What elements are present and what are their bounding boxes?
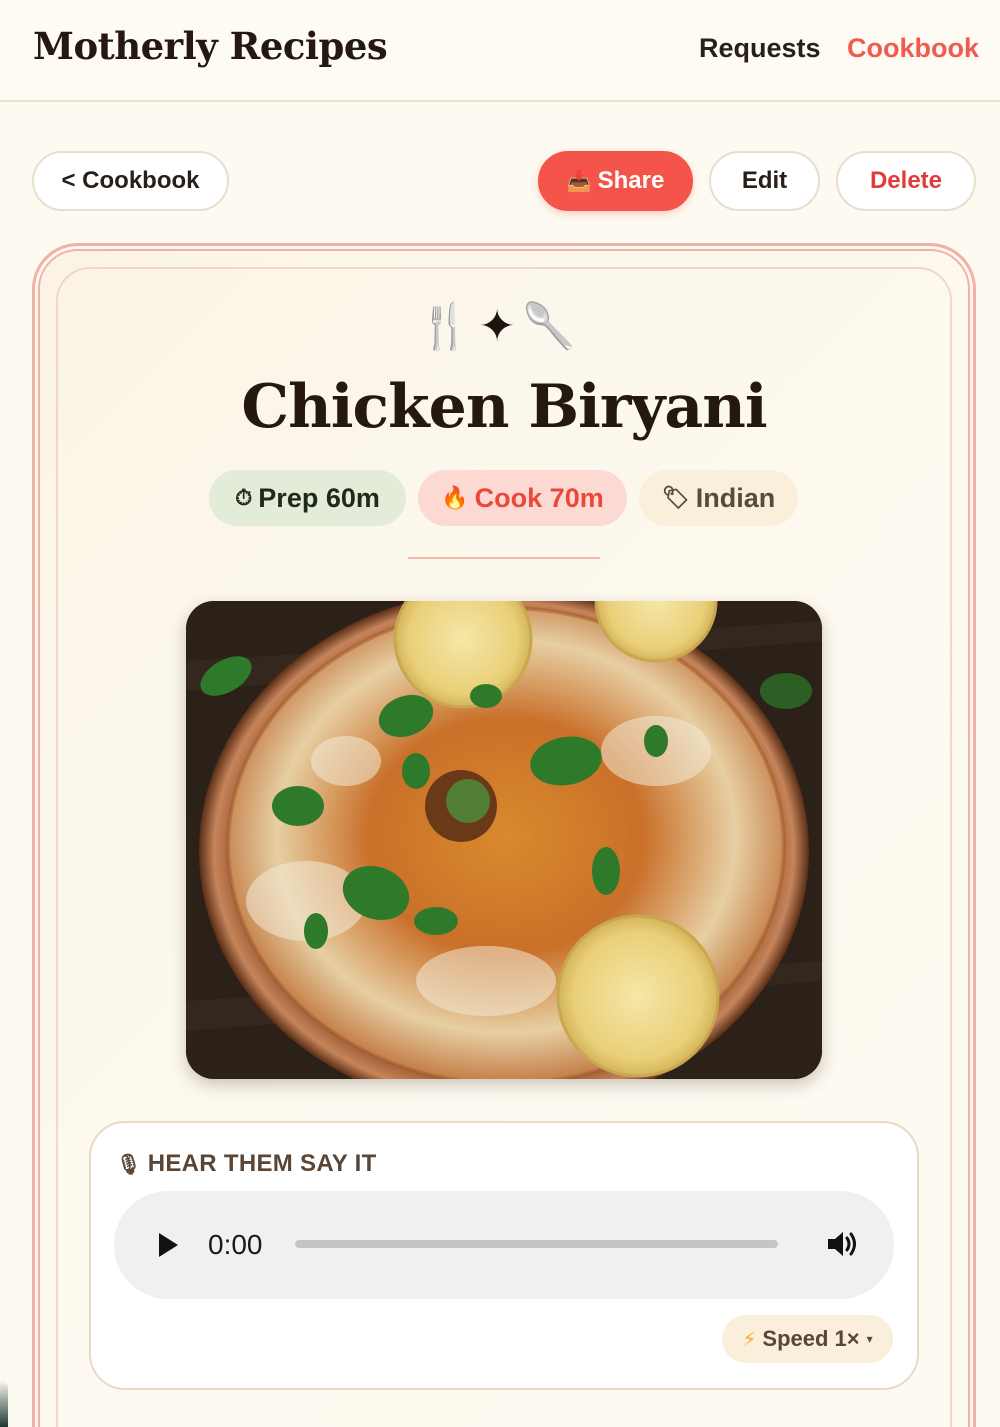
share-button[interactable]: 📥 Share	[538, 151, 693, 211]
audio-section-title: 🎙 HEAR THEM SAY IT	[116, 1150, 377, 1178]
top-bar: Motherly Recipes Requests Cookbook	[0, 0, 1000, 102]
cook-time-label: Cook 70m	[474, 482, 604, 513]
audio-progress-track[interactable]	[295, 1240, 778, 1248]
nav-requests-link[interactable]: Requests	[699, 33, 821, 64]
chevron-down-icon: ▾	[866, 1332, 873, 1346]
volume-icon[interactable]	[824, 1226, 860, 1262]
share-button-label: Share	[597, 167, 665, 194]
recipe-photo	[186, 601, 822, 1079]
delete-button[interactable]: Delete	[836, 151, 976, 211]
tag-icon: 🏷	[661, 485, 690, 510]
lightning-icon: ⚡	[742, 1328, 757, 1351]
sparkle-icon: ✦	[478, 301, 522, 352]
fire-icon: 🔥	[441, 485, 469, 510]
cook-time-chip: 🔥 Cook 70m	[418, 470, 627, 526]
nav-cookbook-link[interactable]: Cookbook	[847, 33, 979, 64]
edit-button[interactable]: Edit	[709, 151, 820, 211]
brand-logo[interactable]: Motherly Recipes	[33, 24, 388, 68]
cuisine-chip: 🏷 Indian	[639, 470, 798, 526]
inbox-tray-icon: 📥	[566, 170, 592, 193]
window-edge	[0, 1380, 8, 1427]
playback-speed-label: Speed 1×	[762, 1326, 860, 1351]
playback-speed-button[interactable]: ⚡ Speed 1× ▾	[722, 1315, 893, 1363]
spoon-icon: 🥄	[521, 301, 583, 352]
audio-section-label: HEAR THEM SAY IT	[147, 1150, 377, 1177]
audio-current-time: 0:00	[208, 1229, 263, 1260]
prep-time-label: Prep 60m	[258, 482, 380, 513]
back-to-cookbook-button[interactable]: < Cookbook	[32, 151, 229, 211]
prep-time-chip: ⏱ Prep 60m	[209, 470, 406, 526]
play-icon[interactable]	[156, 1230, 182, 1260]
title-divider	[408, 557, 600, 559]
microphone-icon: 🎙	[116, 1154, 142, 1176]
cuisine-label: Indian	[695, 482, 776, 513]
utensils-decoration: 🍴✦🥄	[0, 300, 1000, 352]
stopwatch-icon: ⏱	[235, 485, 253, 510]
recipe-title: Chicken Biryani	[241, 372, 767, 442]
fork-knife-icon: 🍴	[417, 301, 479, 352]
